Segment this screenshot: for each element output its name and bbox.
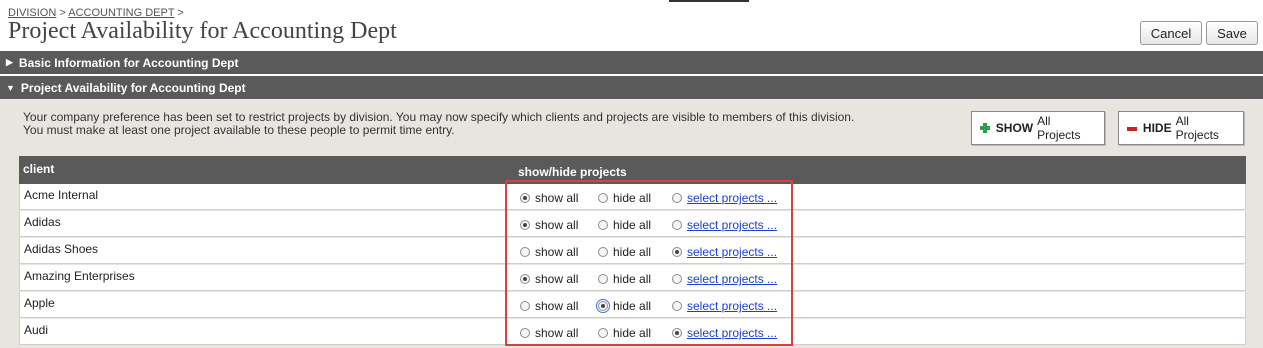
show-all-radio-label: show all <box>535 272 579 286</box>
column-header-show-hide: show/hide projects <box>518 165 627 179</box>
show-all-radio[interactable] <box>520 193 530 203</box>
hide-all-bold-label: HIDE <box>1142 121 1172 135</box>
select-projects-radio-option[interactable]: select projects ... <box>672 245 777 259</box>
show-all-radio-option[interactable]: show all <box>520 326 578 340</box>
show-all-radio[interactable] <box>520 301 530 311</box>
select-projects-radio-option[interactable]: select projects ... <box>672 218 777 232</box>
select-projects-link[interactable]: select projects ... <box>687 191 777 205</box>
select-projects-radio[interactable] <box>672 193 682 203</box>
column-header-client: client <box>23 162 55 176</box>
section-project-availability[interactable]: ▼ Project Availability for Accounting De… <box>0 76 1263 99</box>
select-projects-radio[interactable] <box>672 247 682 257</box>
select-projects-radio[interactable] <box>672 220 682 230</box>
table-row: Adidas Shoes show all hide all select proje… <box>19 238 1246 264</box>
select-projects-radio[interactable] <box>672 328 682 338</box>
select-projects-link[interactable]: select projects ... <box>687 326 777 340</box>
show-all-radio-label: show all <box>535 191 579 205</box>
client-name: Audi <box>24 323 49 337</box>
save-button[interactable]: Save <box>1206 21 1258 45</box>
hide-all-radio[interactable] <box>598 328 608 338</box>
hide-all-radio-label: hide all <box>613 326 652 340</box>
section-basic-info[interactable]: ▶ Basic Information for Accounting Dept <box>0 51 1263 74</box>
hide-all-radio-label: hide all <box>613 245 652 259</box>
select-projects-link[interactable]: select projects ... <box>687 218 777 232</box>
hide-all-label: All Projects <box>1175 114 1219 142</box>
hide-all-radio-option[interactable]: hide all <box>598 218 651 232</box>
show-all-radio-label: show all <box>535 299 579 313</box>
table-header: client show/hide projects <box>19 156 1246 184</box>
show-all-radio-option[interactable]: show all <box>520 272 578 286</box>
table-row: Apple show all hide all select projects ... <box>19 292 1246 318</box>
hide-all-radio-option[interactable]: hide all <box>596 299 652 313</box>
select-projects-radio-option[interactable]: select projects ... <box>672 191 777 205</box>
client-name: Amazing Enterprises <box>24 269 135 283</box>
hide-all-radio[interactable] <box>598 274 608 284</box>
select-projects-radio-option[interactable]: select projects ... <box>672 272 777 286</box>
client-name: Acme Internal <box>24 188 99 202</box>
hide-all-radio[interactable] <box>598 247 608 257</box>
select-projects-link[interactable]: select projects ... <box>687 272 777 286</box>
availability-panel: Your company preference has been set to … <box>0 99 1263 348</box>
show-all-radio-option[interactable]: show all <box>520 299 578 313</box>
show-all-radio-option[interactable]: show all <box>520 218 578 232</box>
select-projects-link[interactable]: select projects ... <box>687 299 777 313</box>
client-projects-table: client show/hide projects Acme Internal s… <box>19 156 1246 346</box>
hide-all-radio-label: hide all <box>613 299 652 313</box>
intro-line-2: You must make at least one project avail… <box>23 123 455 137</box>
hide-all-radio-label: hide all <box>613 191 652 205</box>
hide-all-radio-option[interactable]: hide all <box>598 245 651 259</box>
select-projects-radio[interactable] <box>672 301 682 311</box>
select-projects-link[interactable]: select projects ... <box>687 245 777 259</box>
table-row: Adidas show all hide all select projects ..… <box>19 211 1246 237</box>
hide-all-radio-label: hide all <box>613 272 652 286</box>
hide-all-radio-option[interactable]: hide all <box>598 191 651 205</box>
client-name: Apple <box>24 296 55 310</box>
hide-all-projects-button[interactable]: HIDE All Projects <box>1118 111 1244 145</box>
section-project-availability-label: Project Availability for Accounting Dept <box>20 80 246 95</box>
cancel-button[interactable]: Cancel <box>1140 21 1202 45</box>
client-name: Adidas Shoes <box>24 242 99 256</box>
plus-icon <box>980 123 990 133</box>
page-title: Project Availability for Accounting Dept <box>8 18 397 44</box>
hide-all-radio-label: hide all <box>613 218 652 232</box>
table-row: Acme Internal show all hide all select proj… <box>19 184 1246 210</box>
show-all-radio[interactable] <box>520 247 530 257</box>
show-all-radio[interactable] <box>520 274 530 284</box>
select-projects-radio-option[interactable]: select projects ... <box>672 299 777 313</box>
expand-triangle-icon: ▶ <box>6 57 13 67</box>
show-all-radio-option[interactable]: show all <box>520 245 578 259</box>
hide-all-radio[interactable] <box>598 220 608 230</box>
minus-icon <box>1127 126 1137 131</box>
client-name: Adidas <box>24 215 61 229</box>
show-all-radio-label: show all <box>535 326 579 340</box>
show-all-radio[interactable] <box>520 220 530 230</box>
top-edge-line <box>669 0 749 2</box>
section-basic-info-label: Basic Information for Accounting Dept <box>18 55 239 70</box>
select-projects-radio-option[interactable]: select projects ... <box>672 326 777 340</box>
hide-all-radio[interactable] <box>598 193 608 203</box>
show-all-projects-button[interactable]: SHOW All Projects <box>971 111 1105 145</box>
table-row: Amazing Enterprises show all hide all selec… <box>19 265 1246 291</box>
show-all-radio[interactable] <box>520 328 530 338</box>
show-all-radio-option[interactable]: show all <box>520 191 578 205</box>
show-all-radio-label: show all <box>535 245 579 259</box>
hide-all-radio-option[interactable]: hide all <box>598 272 651 286</box>
show-all-radio-label: show all <box>535 218 579 232</box>
select-projects-radio[interactable] <box>672 274 682 284</box>
collapse-triangle-icon: ▼ <box>6 82 15 93</box>
intro-text: Your company preference has been set to … <box>23 111 854 137</box>
hide-all-radio[interactable] <box>596 299 610 313</box>
table-row: Audi show all hide all select projects ... <box>19 319 1246 345</box>
hide-all-radio-option[interactable]: hide all <box>598 326 651 340</box>
show-all-bold-label: SHOW <box>995 121 1034 135</box>
show-all-label: All Projects <box>1037 114 1081 142</box>
